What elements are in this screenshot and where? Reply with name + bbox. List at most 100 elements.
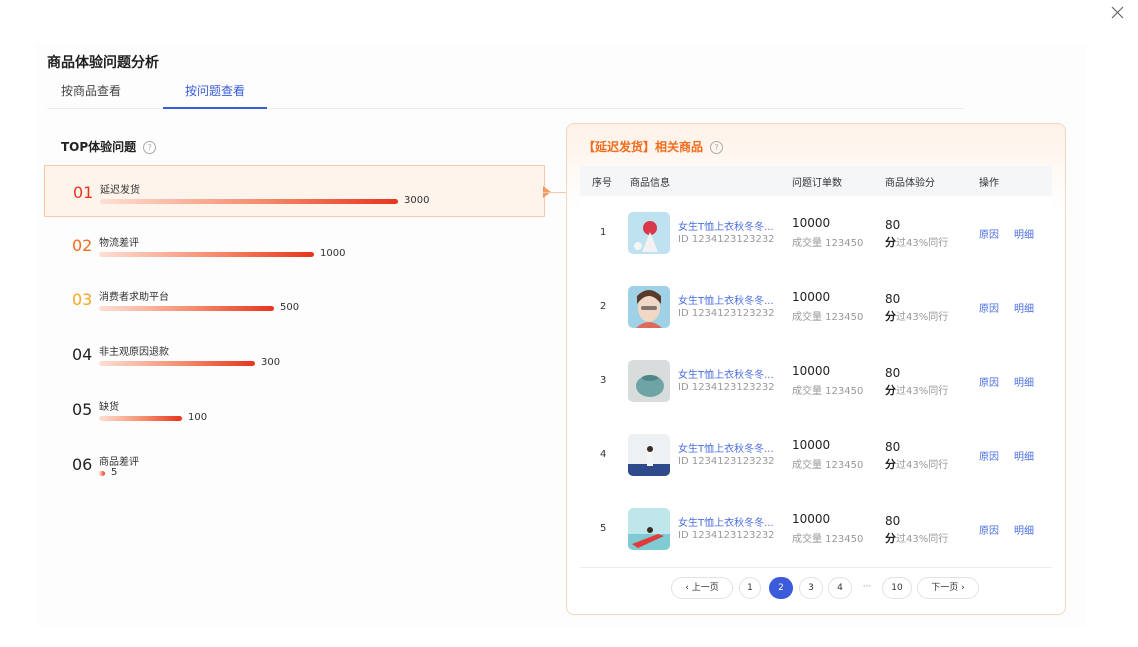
- score-percentile-text: 过43%同行: [896, 460, 949, 471]
- detail-link[interactable]: 明细: [1014, 448, 1034, 463]
- deal-volume: 成交量 123450: [792, 460, 864, 471]
- reason-link[interactable]: 原因: [979, 300, 999, 315]
- product-thumbnail[interactable]: [628, 508, 670, 550]
- product-name-link[interactable]: 女生T恤上衣秋冬冬...: [678, 514, 786, 529]
- rank-number: 03: [72, 290, 93, 309]
- page-button[interactable]: 1: [739, 577, 761, 599]
- issue-name: 延迟发货: [100, 185, 140, 196]
- product-id: ID 1234123123232: [678, 308, 775, 319]
- product-thumbnail[interactable]: [628, 212, 670, 254]
- help-icon[interactable]: ?: [710, 141, 724, 154]
- product-thumbnail[interactable]: [628, 360, 670, 402]
- score-unit: 分: [885, 532, 896, 545]
- deal-volume: 成交量 123450: [792, 534, 864, 545]
- col-actions: 操作: [979, 178, 999, 189]
- experience-score: 80: [885, 366, 901, 380]
- top-issues-heading: TOP体验问题?: [61, 138, 157, 155]
- rank-number: 05: [72, 400, 93, 419]
- issue-volume-bar: [99, 471, 105, 476]
- score-percentile: 分过43%同行: [885, 530, 948, 546]
- issue-rank-row[interactable]: 01 延迟发货 3000: [44, 165, 545, 217]
- issue-volume-value: 1000: [320, 248, 346, 259]
- issue-volume-value: 100: [188, 412, 208, 423]
- product-thumbnail[interactable]: [628, 434, 670, 476]
- product-name-link[interactable]: 女生T恤上衣秋冬冬...: [678, 218, 786, 233]
- page-button[interactable]: 3: [799, 577, 823, 599]
- issue-rank-row[interactable]: 06 商品差评 5: [44, 438, 544, 490]
- product-thumbnail[interactable]: [628, 286, 670, 328]
- row-index: 3: [600, 375, 607, 386]
- page-button[interactable]: 4: [828, 577, 852, 599]
- issue-volume-bar: [99, 416, 182, 421]
- page-ellipsis: ···: [862, 582, 872, 592]
- reason-link[interactable]: 原因: [979, 522, 999, 537]
- issue-volume-bar: [99, 361, 255, 366]
- tab-bar: 按商品查看 按问题查看: [47, 82, 964, 109]
- issue-order-count: 10000: [792, 216, 831, 230]
- issue-order-count: 10000: [792, 290, 831, 304]
- page-title: 商品体验问题分析: [47, 55, 159, 71]
- score-unit: 分: [885, 458, 896, 471]
- rank-number: 02: [72, 236, 93, 255]
- score-percentile: 分过43%同行: [885, 456, 948, 472]
- experience-score: 80: [885, 292, 901, 306]
- next-page-button[interactable]: 下一页 ›: [917, 577, 979, 599]
- rank-number: 01: [73, 183, 94, 202]
- deal-volume: 成交量 123450: [792, 312, 864, 323]
- detail-link[interactable]: 明细: [1014, 226, 1034, 241]
- pointer-connector: [543, 192, 567, 193]
- col-index: 序号: [592, 178, 612, 189]
- score-unit: 分: [885, 310, 896, 323]
- issue-volume-value: 300: [261, 357, 281, 368]
- product-id: ID 1234123123232: [678, 234, 775, 245]
- product-name-link[interactable]: 女生T恤上衣秋冬冬...: [678, 292, 786, 307]
- detail-link[interactable]: 明细: [1014, 300, 1034, 315]
- table-row: 1 女生T恤上衣秋冬冬... ID 1234123123232 10000 成交量 12…: [580, 197, 1052, 272]
- row-index: 4: [600, 449, 607, 460]
- issue-rank-row[interactable]: 05 缺货 100: [44, 383, 544, 435]
- prev-page-button[interactable]: ‹ 上一页: [671, 577, 733, 599]
- score-percentile: 分过43%同行: [885, 308, 948, 324]
- help-icon[interactable]: ?: [143, 141, 157, 154]
- score-percentile-text: 过43%同行: [896, 386, 949, 397]
- tab-by-product[interactable]: 按商品查看: [61, 82, 121, 108]
- score-percentile: 分过43%同行: [885, 382, 948, 398]
- issue-volume-bar: [100, 199, 398, 204]
- reason-link[interactable]: 原因: [979, 448, 999, 463]
- reason-link[interactable]: 原因: [979, 374, 999, 389]
- experience-score: 80: [885, 514, 901, 528]
- issue-name: 物流差评: [99, 238, 139, 249]
- related-products-title: 【延迟发货】相关商品: [583, 140, 704, 154]
- detail-link[interactable]: 明细: [1014, 522, 1034, 537]
- score-percentile: 分过43%同行: [885, 234, 948, 250]
- issue-rank-row[interactable]: 03 消费者求助平台 500: [44, 273, 544, 325]
- issue-name: 消费者求助平台: [99, 292, 169, 303]
- score-percentile-text: 过43%同行: [896, 238, 949, 249]
- issue-volume-value: 500: [280, 302, 300, 313]
- score-percentile-text: 过43%同行: [896, 534, 949, 545]
- page-button[interactable]: 10: [882, 577, 912, 599]
- issue-order-count: 10000: [792, 438, 831, 452]
- table-row: 4 女生T恤上衣秋冬冬... ID 1234123123232 10000 成交量 12…: [580, 419, 1052, 494]
- detail-link[interactable]: 明细: [1014, 374, 1034, 389]
- col-experience-score: 商品体验分: [885, 178, 935, 189]
- row-index: 2: [600, 301, 607, 312]
- tab-by-issue-label: 按问题查看: [184, 84, 245, 98]
- issue-rank-row[interactable]: 04 非主观原因退款 300: [44, 328, 544, 380]
- product-name-link[interactable]: 女生T恤上衣秋冬冬...: [678, 440, 786, 455]
- table-row: 5 女生T恤上衣秋冬冬... ID 1234123123232 10000 成交量 12…: [580, 493, 1052, 568]
- issue-volume-value: 3000: [404, 195, 430, 206]
- top-issues-title: TOP体验问题: [61, 140, 137, 154]
- page-button[interactable]: 2: [769, 577, 793, 599]
- issue-rank-row[interactable]: 02 物流差评 1000: [44, 219, 544, 271]
- product-name-link[interactable]: 女生T恤上衣秋冬冬...: [678, 366, 786, 381]
- experience-score: 80: [885, 440, 901, 454]
- close-icon[interactable]: [1108, 3, 1128, 23]
- issue-volume-bar: [99, 252, 314, 257]
- issue-volume-value: 5: [111, 467, 118, 478]
- table-header: 序号 商品信息 问题订单数 商品体验分 操作: [580, 166, 1052, 196]
- row-index: 1: [600, 227, 607, 238]
- reason-link[interactable]: 原因: [979, 226, 999, 241]
- tab-by-issue[interactable]: 按问题查看: [163, 82, 267, 109]
- issue-order-count: 10000: [792, 512, 831, 526]
